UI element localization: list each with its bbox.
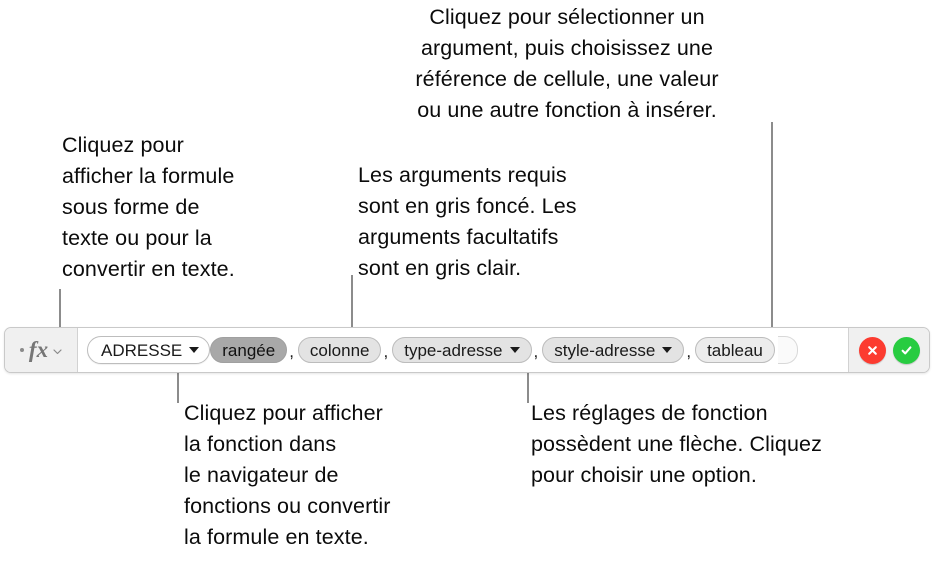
accept-button[interactable]	[892, 336, 920, 364]
function-token-adresse[interactable]: ADRESSE	[87, 336, 211, 364]
argument-separator: ,	[383, 341, 389, 361]
caret-down-icon[interactable]	[189, 347, 200, 353]
argument-token-type-adresse[interactable]: type-adresse	[392, 337, 532, 363]
closing-paren-icon	[777, 336, 798, 364]
formula-confirm-cluster	[848, 328, 929, 372]
bullet-icon	[19, 348, 24, 352]
argument-separator: ,	[533, 341, 539, 361]
argument-token-rangee[interactable]: rangée	[210, 337, 288, 363]
formula-input-field[interactable]: ADRESSE rangée , colonne , type-adresse …	[78, 328, 848, 372]
callout-argument-colors: Les arguments requis sont en gris foncé.…	[358, 163, 577, 280]
argument-token-style-adresse[interactable]: style-adresse	[542, 337, 685, 363]
leader-line-top-right	[771, 122, 773, 336]
argument-token-label: colonne	[309, 340, 370, 360]
cancel-button[interactable]	[858, 336, 886, 364]
argument-token-label: style-adresse	[554, 340, 656, 360]
argument-separator: ,	[686, 341, 692, 361]
argument-token-tableau[interactable]: tableau	[695, 337, 775, 363]
chevron-down-icon[interactable]	[53, 347, 62, 356]
argument-token-label: tableau	[707, 340, 763, 360]
annotated-screenshot: Cliquez pour sélectionner un argument, p…	[0, 0, 934, 575]
function-token-label: ADRESSE	[101, 340, 183, 360]
callout-show-formula-as-text: Cliquez pour afficher la formule sous fo…	[62, 133, 235, 281]
argument-token-label: type-adresse	[404, 340, 503, 360]
function-browser-button[interactable]: fx	[5, 328, 78, 372]
argument-token-colonne[interactable]: colonne	[297, 337, 382, 363]
fx-label: fx	[28, 336, 49, 362]
callout-function-settings-arrow: Les réglages de fonction possèdent une f…	[531, 401, 822, 487]
argument-separator: ,	[289, 341, 294, 361]
formula-bar: fx ADRESSE rangée , colonne , type-adres	[4, 327, 930, 373]
caret-down-icon[interactable]	[662, 347, 673, 353]
callout-function-browser: Cliquez pour afficher la fonction dans l…	[184, 401, 391, 549]
caret-down-icon[interactable]	[509, 347, 520, 353]
argument-token-label: rangée	[222, 340, 276, 360]
callout-select-argument: Cliquez pour sélectionner un argument, p…	[415, 5, 719, 122]
